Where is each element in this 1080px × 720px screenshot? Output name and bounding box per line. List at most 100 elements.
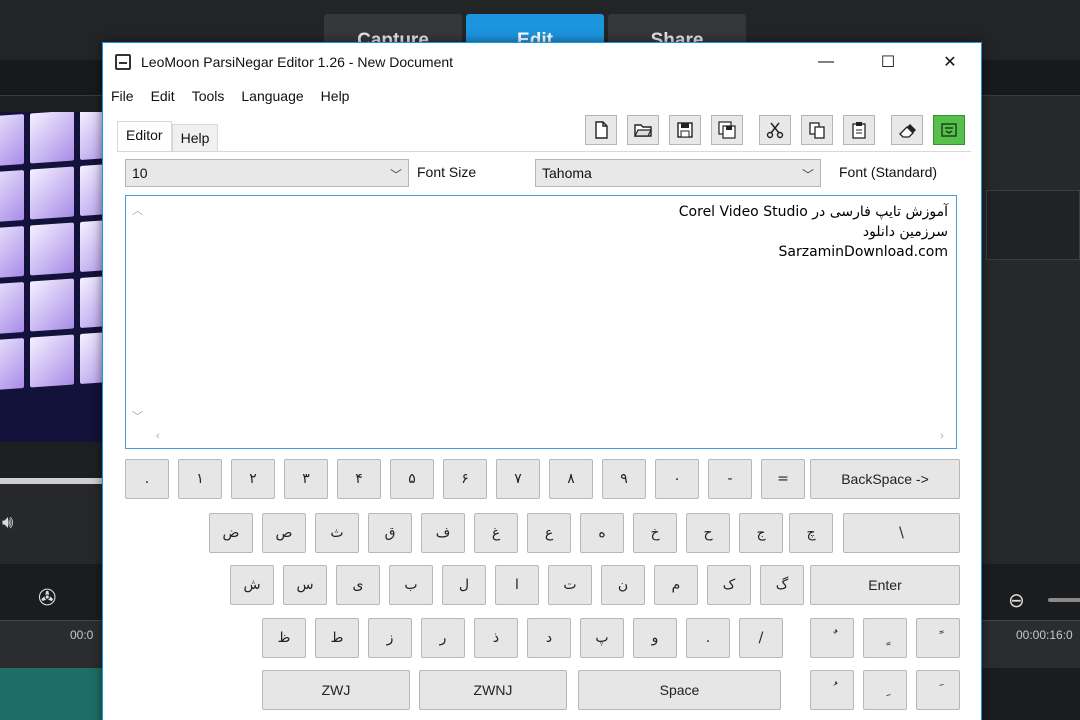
key-row3-5[interactable]: ا <box>495 565 539 605</box>
key-row3-1[interactable]: س <box>283 565 327 605</box>
text-editor[interactable]: آموزش تایپ فارسی در Corel Video Studio س… <box>125 195 957 449</box>
key-row4-12[interactable]: ً <box>916 618 960 658</box>
key-row2-12[interactable]: \ <box>843 513 960 553</box>
key-row5-5[interactable]: َ <box>916 670 960 710</box>
key-row2-3[interactable]: ق <box>368 513 412 553</box>
key-row3-4[interactable]: ل <box>442 565 486 605</box>
editor-content[interactable]: آموزش تایپ فارسی در Corel Video Studio س… <box>679 202 948 262</box>
font-value: Tahoma <box>542 165 592 181</box>
menu-language[interactable]: Language <box>241 88 303 104</box>
tab-editor[interactable]: Editor <box>117 121 172 152</box>
scroll-left-icon[interactable]: ‹ <box>156 430 160 442</box>
key-row2-10[interactable]: ج <box>739 513 783 553</box>
timecode-left: 00:0 <box>70 628 94 642</box>
key-row2-7[interactable]: ه <box>580 513 624 553</box>
volume-icon[interactable]: 🔊︎ <box>2 512 24 536</box>
key-row1-10[interactable]: ٠ <box>655 459 699 499</box>
key-row3-2[interactable]: ی <box>336 565 380 605</box>
key-row5-0[interactable]: ZWJ <box>262 670 410 710</box>
key-row1-4[interactable]: ۴ <box>337 459 381 499</box>
scroll-up-icon[interactable]: ︿ <box>132 202 143 218</box>
key-row3-0[interactable]: ش <box>230 565 274 605</box>
key-row1-7[interactable]: ٧ <box>496 459 540 499</box>
tab-help[interactable]: Help <box>171 124 219 152</box>
key-row5-2[interactable]: Space <box>578 670 781 710</box>
eraser-icon[interactable] <box>891 115 923 145</box>
editor-line: SarzaminDownload.com <box>778 244 949 260</box>
font-size-label: Font Size <box>417 164 477 180</box>
key-row4-6[interactable]: پ <box>580 618 624 658</box>
key-row1-13[interactable]: BackSpace -> <box>810 459 960 499</box>
key-row2-0[interactable]: ض <box>209 513 253 553</box>
key-row1-9[interactable]: ٩ <box>602 459 646 499</box>
cut-icon[interactable] <box>759 115 791 145</box>
key-row2-8[interactable]: خ <box>633 513 677 553</box>
key-row4-9[interactable]: / <box>739 618 783 658</box>
key-row2-1[interactable]: ص <box>262 513 306 553</box>
keyboard-icon[interactable] <box>933 115 965 145</box>
maximize-button[interactable]: ☐ <box>857 43 919 81</box>
key-row3-7[interactable]: ن <box>601 565 645 605</box>
scroll-down-icon[interactable]: ﹀ <box>132 408 143 424</box>
font-select[interactable]: Tahoma ﹀ <box>535 159 821 187</box>
close-button[interactable]: ✕ <box>919 43 981 81</box>
key-row4-3[interactable]: ر <box>421 618 465 658</box>
key-row3-11[interactable]: Enter <box>810 565 960 605</box>
key-row1-2[interactable]: ٢ <box>231 459 275 499</box>
timeline-clip[interactable] <box>0 668 102 720</box>
key-row3-6[interactable]: ت <box>548 565 592 605</box>
key-row4-1[interactable]: ط <box>315 618 359 658</box>
minimize-button[interactable]: — <box>795 43 857 81</box>
key-row1-0[interactable]: . <box>125 459 169 499</box>
video-preview <box>0 112 102 442</box>
key-row3-10[interactable]: گ <box>760 565 804 605</box>
title-bar[interactable]: LeoMoon ParsiNegar Editor 1.26 - New Doc… <box>103 43 981 81</box>
menu-file[interactable]: File <box>111 88 134 104</box>
zoom-slider[interactable] <box>1048 598 1080 602</box>
editor-line: سرزمین دانلود <box>862 224 948 240</box>
menu-bar: File Edit Tools Language Help <box>103 83 366 109</box>
key-row4-0[interactable]: ظ <box>262 618 306 658</box>
key-row2-2[interactable]: ث <box>315 513 359 553</box>
key-row5-3[interactable]: ُ <box>810 670 854 710</box>
key-row1-8[interactable]: ٨ <box>549 459 593 499</box>
save-as-icon[interactable] <box>711 115 743 145</box>
key-row3-9[interactable]: ک <box>707 565 751 605</box>
key-row1-5[interactable]: ۵ <box>390 459 434 499</box>
key-row4-4[interactable]: ذ <box>474 618 518 658</box>
key-row1-1[interactable]: ١ <box>178 459 222 499</box>
key-row3-3[interactable]: ب <box>389 565 433 605</box>
key-row2-5[interactable]: غ <box>474 513 518 553</box>
key-row4-7[interactable]: و <box>633 618 677 658</box>
key-row4-2[interactable]: ز <box>368 618 412 658</box>
scroll-right-icon[interactable]: › <box>940 430 944 442</box>
new-icon[interactable] <box>585 115 617 145</box>
key-row1-3[interactable]: ٣ <box>284 459 328 499</box>
menu-help[interactable]: Help <box>321 88 350 104</box>
key-row4-10[interactable]: ٌ <box>810 618 854 658</box>
key-row1-6[interactable]: ۶ <box>443 459 487 499</box>
key-row5-1[interactable]: ZWNJ <box>419 670 567 710</box>
key-row2-11[interactable]: چ <box>789 513 833 553</box>
font-size-select[interactable]: 10 ﹀ <box>125 159 409 187</box>
key-row3-8[interactable]: م <box>654 565 698 605</box>
film-reel-icon[interactable]: ✇ <box>38 585 68 615</box>
key-row4-11[interactable]: ٍ <box>863 618 907 658</box>
paste-icon[interactable] <box>843 115 875 145</box>
copy-icon[interactable] <box>801 115 833 145</box>
window-title: LeoMoon ParsiNegar Editor 1.26 - New Doc… <box>141 54 454 70</box>
key-row1-11[interactable]: - <box>708 459 752 499</box>
key-row5-4[interactable]: ِ <box>863 670 907 710</box>
menu-edit[interactable]: Edit <box>151 88 175 104</box>
menu-tools[interactable]: Tools <box>192 88 225 104</box>
key-row2-6[interactable]: ع <box>527 513 571 553</box>
key-row4-8[interactable]: . <box>686 618 730 658</box>
key-row2-4[interactable]: ف <box>421 513 465 553</box>
open-icon[interactable] <box>627 115 659 145</box>
key-row4-5[interactable]: د <box>527 618 571 658</box>
key-row2-9[interactable]: ح <box>686 513 730 553</box>
save-icon[interactable] <box>669 115 701 145</box>
chevron-down-icon: ﹀ <box>801 168 814 182</box>
key-row1-12[interactable]: = <box>761 459 805 499</box>
zoom-out-icon[interactable]: ⊖ <box>1008 588 1025 613</box>
